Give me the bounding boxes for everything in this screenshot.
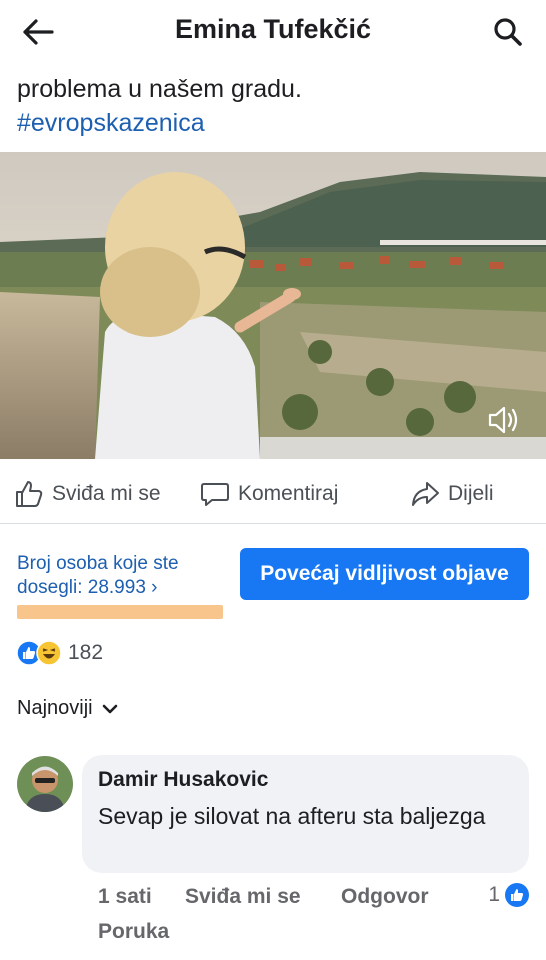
reactions-summary[interactable]: 182 (16, 638, 103, 668)
comment-like-button[interactable]: Sviđa mi se (185, 885, 301, 909)
reach-progress-bar (17, 605, 223, 619)
hashtag-link[interactable]: #evropskazenica (17, 106, 537, 140)
like-label: Sviđa mi se (52, 482, 161, 505)
top-bar: Emina Tufekčić (0, 0, 546, 64)
share-arrow-icon (410, 479, 440, 509)
reaction-count: 182 (68, 641, 104, 664)
sound-toggle[interactable] (486, 403, 522, 437)
speech-bubble-icon (200, 479, 230, 509)
post-text: problema u našem gradu. #evropskazenica (17, 72, 537, 140)
avatar[interactable] (17, 756, 73, 812)
search-icon (494, 18, 522, 46)
post-video[interactable] (0, 152, 546, 459)
search-button[interactable] (490, 14, 526, 50)
post-text-line: problema u našem gradu. (17, 75, 302, 103)
comment-bubble: Damir Husakovic Sevap je silovat na afte… (82, 755, 529, 873)
reach-link[interactable]: Broj osoba koje ste dosegli: 28.993 › (17, 552, 237, 600)
speaker-icon (488, 406, 518, 434)
post-actions: Sviđa mi se Komentiraj Dijeli (0, 462, 546, 524)
comment-button[interactable]: Komentiraj (200, 478, 338, 510)
boost-post-button[interactable]: Povećaj vidljivost objave (240, 548, 529, 600)
comment-like-count[interactable]: 1 (488, 882, 530, 908)
haha-reaction-icon (36, 640, 62, 666)
reaction-icons (16, 640, 64, 666)
comment-reply-button[interactable]: Odgovor (341, 885, 429, 909)
sort-label: Najnoviji (17, 697, 93, 719)
share-label: Dijeli (448, 482, 494, 505)
comment-author[interactable]: Damir Husakovic (98, 768, 268, 792)
comment-like-number: 1 (488, 883, 500, 906)
comment-sort-dropdown[interactable]: Najnoviji (17, 697, 119, 720)
thumbs-up-icon (14, 479, 44, 509)
page-title: Emina Tufekčić (174, 14, 372, 44)
chevron-down-icon (102, 704, 117, 713)
comment-message-button[interactable]: Poruka (98, 920, 169, 944)
comment-timestamp: 1 sati (98, 885, 152, 908)
video-frame (0, 152, 546, 459)
comment-text: Sevap je silovat na afteru sta baljezga (98, 803, 486, 829)
like-reaction-icon (505, 883, 529, 907)
like-button[interactable]: Sviđa mi se (14, 478, 161, 510)
share-button[interactable]: Dijeli (410, 478, 494, 510)
chevron-right-icon: › (151, 577, 158, 598)
comment-label: Komentiraj (238, 482, 339, 505)
